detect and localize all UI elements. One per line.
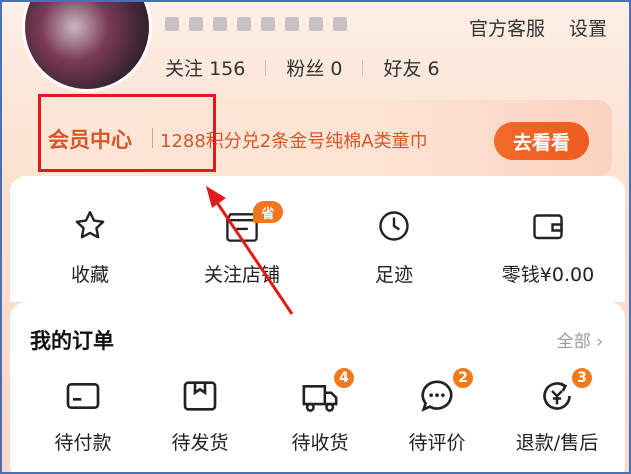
app-screen: 关注 156 粉丝 0 好友 6 官方客服 设置 会员中心 1288积分兑2条金…	[0, 0, 631, 474]
annotation-arrow	[206, 186, 294, 315]
